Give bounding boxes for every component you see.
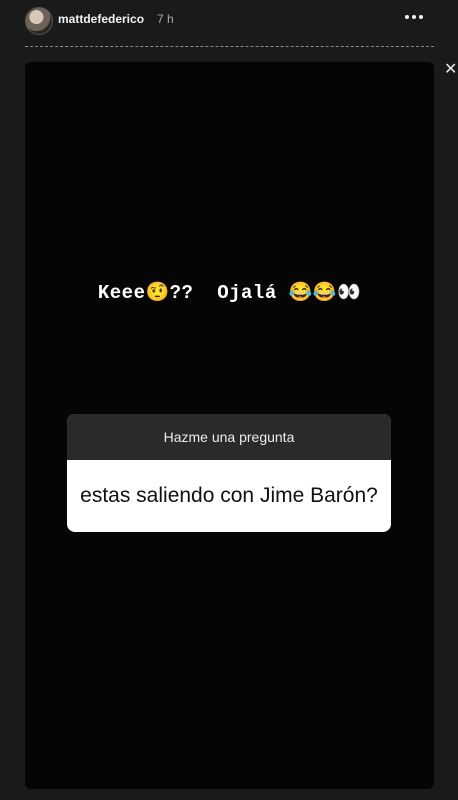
story-caption: Keee🤨?? Ojalá 😂😂👀: [97, 282, 362, 304]
avatar[interactable]: [25, 7, 53, 35]
story-progress-bar: [25, 46, 434, 49]
question-sticker[interactable]: Hazme una pregunta estas saliendo con Ji…: [67, 414, 391, 532]
question-sticker-title: Hazme una pregunta: [67, 414, 391, 460]
more-options-icon[interactable]: [402, 6, 426, 28]
story-header: mattdefederico 7 h: [0, 0, 458, 52]
timestamp: 7 h: [157, 12, 174, 26]
question-sticker-text: estas saliendo con Jime Barón?: [80, 484, 378, 507]
story-content[interactable]: Keee🤨?? Ojalá 😂😂👀 Hazme una pregunta est…: [25, 62, 434, 789]
close-icon[interactable]: ✕: [444, 62, 458, 78]
username[interactable]: mattdefederico: [58, 12, 144, 26]
